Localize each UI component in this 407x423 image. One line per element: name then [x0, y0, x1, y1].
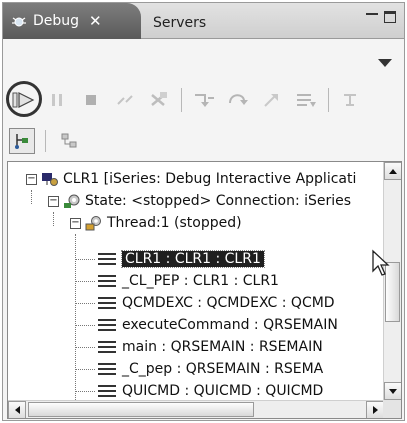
use-step-filters-icon[interactable]	[337, 86, 365, 114]
scroll-left-button[interactable]	[8, 401, 26, 418]
tree-connector	[75, 347, 95, 348]
view-toolbar	[9, 127, 82, 155]
stack-frame-label: QUICMD : QUICMD : QUICMD	[122, 383, 324, 399]
stack-frame-row[interactable]: QUICMD : QUICMD : QUICMD	[98, 380, 323, 400]
root-label: CLR1 [iSeries: Debug Interactive Applica…	[63, 171, 357, 187]
minimize-icon[interactable]	[366, 13, 378, 17]
scroll-right-button[interactable]	[366, 401, 384, 418]
stack-frame-label: executeCommand : QRSEMAIN	[122, 317, 338, 333]
tree-row-root[interactable]: − CLR1 [iSeries: Debug Interactive Appli…	[26, 168, 356, 190]
remove-terminated-icon[interactable]	[145, 86, 173, 114]
stack-frame-icon	[98, 296, 116, 310]
horizontal-scroll-thumb[interactable]	[28, 402, 254, 417]
tree-connector	[75, 259, 95, 260]
view-tab-bar: Debug ✕ Servers	[3, 3, 404, 39]
close-tab-icon[interactable]: ✕	[89, 12, 102, 30]
collapse-icon[interactable]: −	[48, 195, 59, 207]
stack-frame-icon	[98, 340, 116, 354]
view-menu-chevron-down-icon[interactable]	[378, 59, 392, 67]
step-into-icon[interactable]	[190, 86, 218, 114]
vertical-scrollbar[interactable]	[383, 162, 401, 400]
scroll-up-button[interactable]	[384, 162, 401, 180]
debug-tree: − CLR1 [iSeries: Debug Interactive Appli…	[7, 161, 402, 419]
tree-row-thread[interactable]: − Thread:1 (stopped)	[70, 212, 242, 234]
vertical-scroll-thumb[interactable]	[385, 262, 400, 322]
terminate-icon[interactable]	[77, 86, 105, 114]
state-label: State: <stopped> Connection: iSeries	[85, 193, 352, 209]
tab-debug[interactable]: Debug ✕	[3, 3, 141, 39]
step-over-icon[interactable]	[224, 86, 252, 114]
tree-connector	[75, 391, 95, 392]
collapse-icon[interactable]: −	[70, 217, 81, 229]
stack-frame-label: _CL_PEP : CLR1 : CLR1	[122, 273, 279, 289]
thread-icon	[85, 216, 101, 231]
stack-frame-row[interactable]: CLR1 : CLR1 : CLR1	[98, 248, 265, 270]
tree-connector	[75, 281, 95, 282]
tree-viewport: − CLR1 [iSeries: Debug Interactive Appli…	[8, 162, 384, 400]
stack-frame-icon	[98, 274, 116, 288]
show-threads-icon[interactable]	[9, 128, 35, 154]
debug-target-icon	[42, 173, 58, 186]
view-toolbar-separator	[45, 130, 46, 152]
step-return-icon[interactable]	[258, 86, 286, 114]
stack-frame-row[interactable]: _C_pep : QRSEMAIN : RSEMA	[98, 358, 323, 380]
window-controls	[366, 11, 396, 23]
stack-frame-icon	[98, 362, 116, 376]
horizontal-scrollbar[interactable]	[8, 400, 384, 418]
stack-frame-label: QCMDEXC : QCMDEXC : QCMD	[122, 295, 335, 311]
tab-servers[interactable]: Servers	[147, 9, 221, 37]
tree-connector	[53, 212, 54, 226]
toolbar-separator	[328, 88, 329, 112]
stack-frame-row[interactable]: executeCommand : QRSEMAIN	[98, 314, 338, 336]
suspend-icon[interactable]	[43, 86, 71, 114]
debug-toolbar	[9, 83, 401, 117]
debug-view: Debug ✕ Servers − CLR1 [iSeries: Debug I…	[2, 2, 405, 421]
stack-frame-icon	[98, 318, 116, 332]
thread-label: Thread:1 (stopped)	[107, 215, 242, 231]
scrollbar-corner	[383, 400, 401, 418]
drop-to-frame-icon[interactable]	[292, 86, 320, 114]
stack-frame-label: CLR1 : CLR1 : CLR1	[121, 250, 265, 268]
debug-bug-icon	[12, 17, 26, 27]
stack-frame-icon	[98, 252, 116, 266]
scroll-down-button[interactable]	[384, 382, 401, 400]
stack-frame-icon	[98, 384, 116, 398]
tree-connector	[75, 325, 95, 326]
tree-connector	[75, 303, 95, 304]
stack-frame-label: _C_pep : QRSEMAIN : RSEMA	[122, 361, 324, 377]
tree-connector	[75, 369, 95, 370]
toolbar-separator	[181, 88, 182, 112]
tree-connector	[31, 190, 32, 204]
process-icon	[64, 194, 80, 208]
resume-icon[interactable]	[9, 86, 37, 114]
show-system-threads-icon[interactable]	[56, 128, 82, 154]
maximize-icon[interactable]	[384, 11, 396, 23]
stack-frame-row[interactable]: QCMDEXC : QCMDEXC : QCMD	[98, 292, 335, 314]
stack-frame-label: main : QRSEMAIN : RSEMAIN	[122, 339, 323, 355]
tree-row-state[interactable]: − State: <stopped> Connection: iSeries	[48, 190, 351, 212]
tab-servers-label: Servers	[153, 15, 207, 31]
tab-debug-label: Debug	[33, 13, 80, 29]
stack-frame-row[interactable]: main : QRSEMAIN : RSEMAIN	[98, 336, 323, 358]
stack-frame-row[interactable]: _CL_PEP : CLR1 : CLR1	[98, 270, 279, 292]
collapse-icon[interactable]: −	[26, 173, 37, 185]
disconnect-icon[interactable]	[111, 86, 139, 114]
